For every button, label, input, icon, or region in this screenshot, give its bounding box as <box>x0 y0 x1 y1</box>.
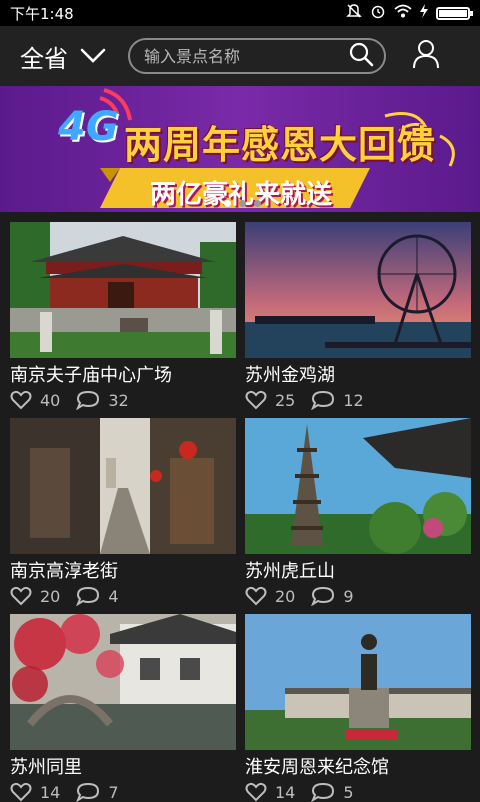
user-icon[interactable] <box>412 39 440 73</box>
comment-button[interactable]: 32 <box>76 390 129 410</box>
like-button[interactable]: 20 <box>245 586 295 606</box>
spot-grid: 南京夫子庙中心广场 40 32 苏州金鸡湖 25 12 南京高淳老街 20 4 … <box>0 212 480 802</box>
comment-icon <box>76 782 100 802</box>
spot-card[interactable]: 苏州虎丘山 20 9 <box>245 418 471 606</box>
status-time: 下午1:48 <box>10 4 74 23</box>
charging-icon <box>420 4 428 22</box>
chevron-down-icon <box>80 42 106 70</box>
comment-icon <box>76 390 100 410</box>
banner-headline: 两周年感恩大回馈 <box>124 123 437 167</box>
comment-icon <box>311 586 335 606</box>
comment-button[interactable]: 7 <box>76 782 119 802</box>
battery-icon <box>436 6 473 20</box>
spot-stats: 40 32 <box>10 390 236 410</box>
spot-card[interactable]: 苏州同里 14 7 <box>10 614 236 802</box>
like-count: 40 <box>40 390 61 410</box>
spot-stats: 20 9 <box>245 586 471 606</box>
banner-dot <box>254 200 261 207</box>
mute-icon <box>346 3 362 23</box>
spot-stats: 25 12 <box>245 390 471 410</box>
spot-name: 苏州金鸡湖 <box>245 365 335 386</box>
comment-count: 5 <box>343 782 354 802</box>
search-box <box>128 38 386 74</box>
spot-photo <box>245 222 471 358</box>
comment-icon <box>311 390 335 410</box>
spot-name: 苏州同里 <box>10 757 82 778</box>
comment-button[interactable]: 4 <box>76 586 119 606</box>
spot-photo <box>245 614 471 750</box>
comment-icon <box>76 586 100 606</box>
like-count: 25 <box>275 390 296 410</box>
banner-network-badge: 4G <box>58 104 119 150</box>
comment-icon <box>311 782 335 802</box>
spot-card[interactable]: 苏州金鸡湖 25 12 <box>245 222 471 410</box>
like-count: 14 <box>275 782 296 802</box>
heart-icon <box>245 782 267 802</box>
comment-count: 4 <box>108 586 119 606</box>
like-button[interactable]: 20 <box>10 586 60 606</box>
banner-dot <box>239 200 246 207</box>
banner-page-indicator <box>224 200 261 207</box>
spot-card[interactable]: 南京夫子庙中心广场 40 32 <box>10 222 236 410</box>
search-input[interactable] <box>142 45 336 67</box>
like-button[interactable]: 25 <box>245 390 295 410</box>
promo-banner[interactable]: 4G 两周年感恩大回馈 两亿豪礼来就送 <box>0 86 480 212</box>
spot-stats: 20 4 <box>10 586 236 606</box>
heart-icon <box>10 782 32 802</box>
spot-name: 南京高淳老街 <box>10 561 118 582</box>
comment-count: 32 <box>108 390 129 410</box>
like-count: 14 <box>40 782 61 802</box>
like-button[interactable]: 40 <box>10 390 60 410</box>
comment-button[interactable]: 9 <box>311 586 354 606</box>
spot-stats: 14 7 <box>10 782 236 802</box>
comment-count: 9 <box>343 586 354 606</box>
heart-icon <box>245 586 267 606</box>
status-icons <box>346 3 473 23</box>
top-bar: 全省 <box>0 26 480 86</box>
like-count: 20 <box>40 586 61 606</box>
heart-icon <box>245 390 267 410</box>
province-label: 全省 <box>20 44 68 73</box>
heart-icon <box>10 586 32 606</box>
like-button[interactable]: 14 <box>10 782 60 802</box>
province-selector[interactable]: 全省 <box>20 39 106 74</box>
banner-dot <box>224 200 231 207</box>
like-count: 20 <box>275 586 296 606</box>
spot-stats: 14 5 <box>245 782 471 802</box>
spot-card[interactable]: 南京高淳老街 20 4 <box>10 418 236 606</box>
spot-photo <box>245 418 471 554</box>
wifi-icon <box>394 4 412 22</box>
comment-button[interactable]: 12 <box>311 390 364 410</box>
spot-name: 淮安周恩来纪念馆 <box>245 757 389 778</box>
status-bar: 下午1:48 <box>0 0 480 26</box>
spot-name: 苏州虎丘山 <box>245 561 335 582</box>
heart-icon <box>10 390 32 410</box>
spot-photo <box>10 614 236 750</box>
comment-count: 12 <box>343 390 364 410</box>
spot-card[interactable]: 淮安周恩来纪念馆 14 5 <box>245 614 471 802</box>
spot-name: 南京夫子庙中心广场 <box>10 365 172 386</box>
alarm-icon <box>370 3 386 23</box>
comment-button[interactable]: 5 <box>311 782 354 802</box>
like-button[interactable]: 14 <box>245 782 295 802</box>
comment-count: 7 <box>108 782 119 802</box>
spot-photo <box>10 222 236 358</box>
search-icon[interactable] <box>348 41 374 71</box>
spot-photo <box>10 418 236 554</box>
